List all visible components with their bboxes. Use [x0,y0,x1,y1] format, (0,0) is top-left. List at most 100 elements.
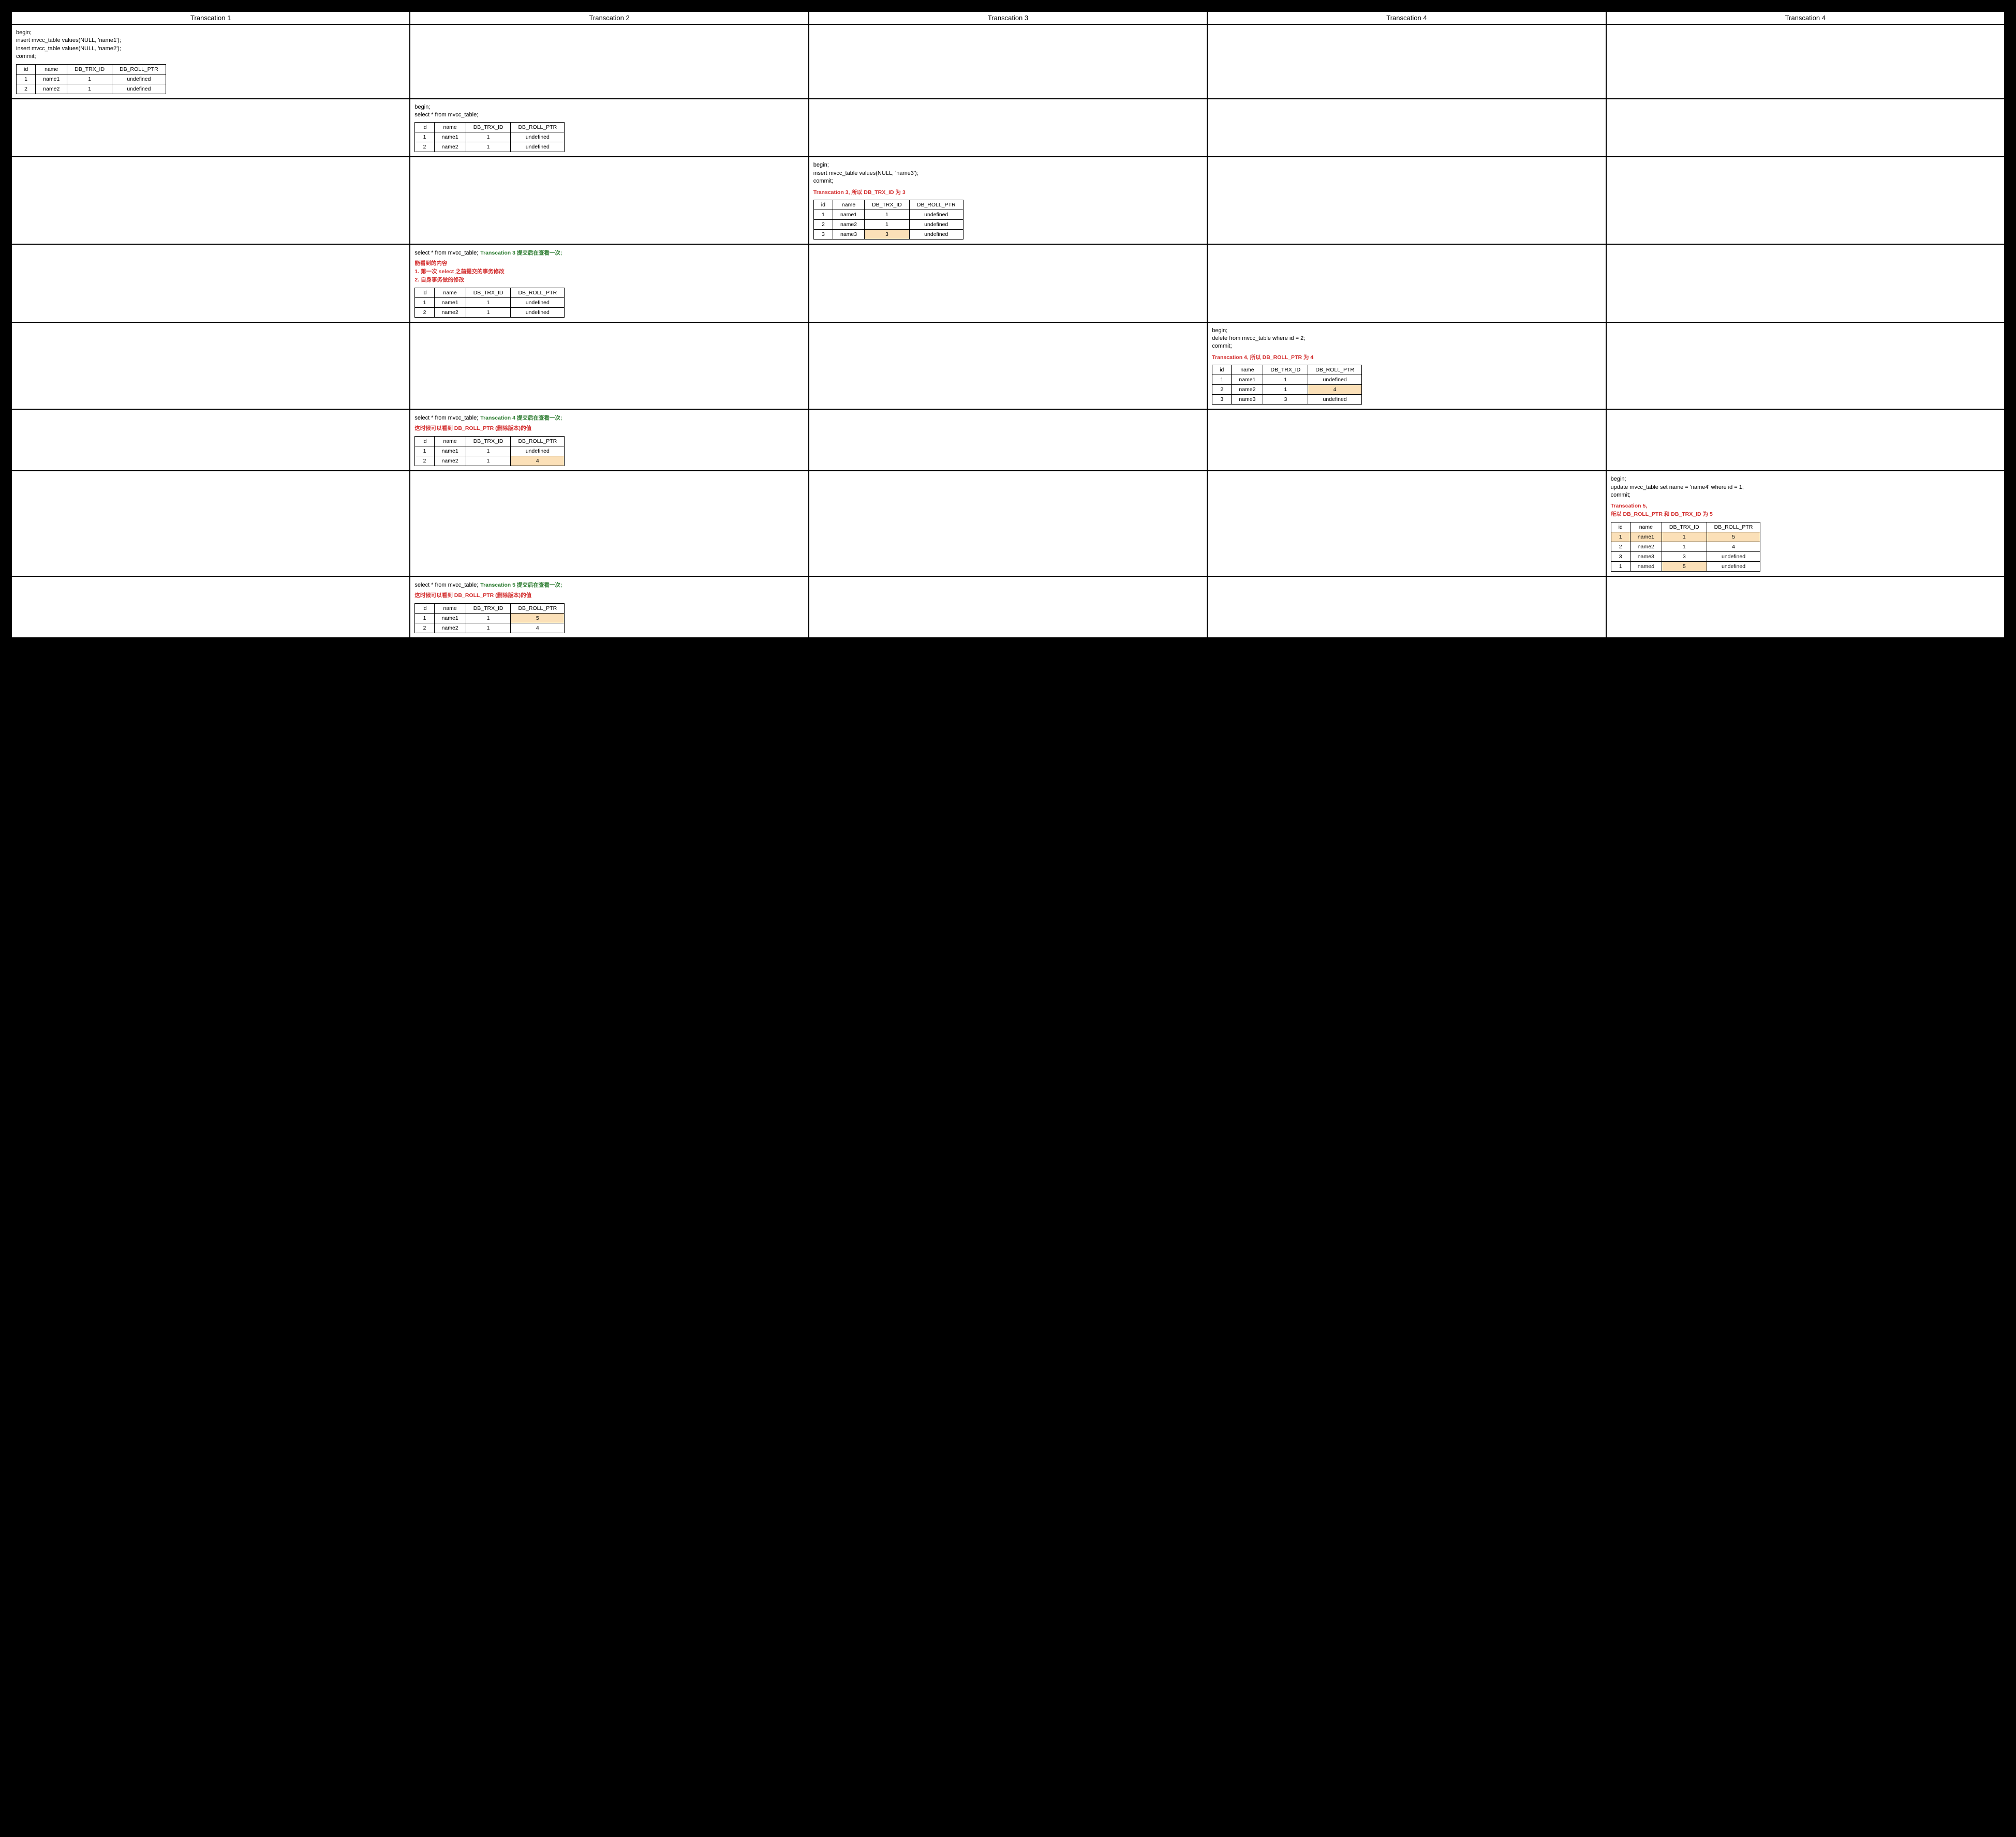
mvcc-state-table: idnameDB_TRX_IDDB_ROLL_PTR1name1152name2… [414,603,565,633]
table-cell: 1 [466,307,511,317]
sql-inline: select * from mvcc_table; [414,415,478,421]
grid-cell-r0-c0: begin; insert mvcc_table values(NULL, 'n… [11,24,410,99]
table-row: 3name33undefined [1611,551,1760,561]
column-header-3: Transcation 4 [1207,11,1606,24]
table-row: 1name115 [1611,532,1760,542]
grid-cell-r5-c0 [11,409,410,471]
col-header: id [1611,522,1630,532]
table-cell: 2 [813,220,833,230]
col-header: name [434,437,466,446]
table-cell: undefined [1308,395,1362,405]
col-header: DB_ROLL_PTR [1308,365,1362,375]
table-cell: 1 [466,132,511,142]
table-cell: name1 [1630,532,1662,542]
table-cell: undefined [511,307,565,317]
table-cell: 3 [1212,395,1232,405]
note-green: Transcation 4 提交后在查看一次; [480,415,562,421]
grid-cell-r7-c4 [1606,576,2005,638]
mvcc-state-table: idnameDB_TRX_IDDB_ROLL_PTR1name11undefin… [1212,365,1362,405]
table-cell: 3 [1263,395,1308,405]
table-cell: undefined [1707,561,1760,571]
table-cell: undefined [1707,551,1760,561]
grid-cell-r2-c3 [1207,157,1606,244]
grid-cell-r1-c2 [809,99,1207,157]
grid-cell-r3-c3 [1207,244,1606,322]
table-row: 2name21undefined [415,142,565,152]
sql-inline: select * from mvcc_table; [414,582,478,588]
mvcc-diagram-grid: Transcation 1Transcation 2Transcation 3T… [10,10,2006,639]
col-header: DB_ROLL_PTR [511,603,565,613]
grid-cell-r4-c2 [809,322,1207,410]
table-cell: 1 [1212,375,1232,385]
table-cell: 2 [17,84,36,94]
column-header-0: Transcation 1 [11,11,410,24]
table-cell: name1 [1232,375,1263,385]
grid-cell-r3-c0 [11,244,410,322]
table-cell: 2 [415,456,434,466]
table-cell: 1 [1611,561,1630,571]
table-cell: 1 [466,623,511,633]
col-header: DB_TRX_ID [466,437,511,446]
sql-block: begin; insert mvcc_table values(NULL, 'n… [813,161,1203,185]
table-cell: 1 [1662,532,1707,542]
table-row: 2name21undefined [813,220,963,230]
table-cell: 4 [1707,542,1760,551]
table-row: 1name11undefined [1212,375,1362,385]
grid-cell-r3-c1: select * from mvcc_table;Transcation 3 提… [410,244,808,322]
table-row: 1name115 [415,613,565,623]
col-header: id [1212,365,1232,375]
table-cell: 1 [415,613,434,623]
note-red: 这时候可以看到 DB_ROLL_PTR (删除版本)的值 [414,425,804,433]
grid-cell-r6-c0 [11,471,410,576]
table-cell: 1 [67,84,112,94]
col-header: DB_TRX_ID [466,288,511,297]
sql-block: begin; select * from mvcc_table; [414,103,804,120]
note-red: 这时候可以看到 DB_ROLL_PTR (删除版本)的值 [414,592,804,600]
col-header: name [434,123,466,132]
grid-cell-r0-c2 [809,24,1207,99]
table-cell: 4 [1308,385,1362,395]
col-header: DB_ROLL_PTR [511,123,565,132]
table-cell: name1 [434,613,466,623]
table-cell: undefined [511,142,565,152]
col-header: DB_TRX_ID [466,603,511,613]
table-cell: undefined [909,210,963,220]
note-green: Transcation 5 提交后在查看一次; [480,582,562,588]
grid-cell-r4-c1 [410,322,808,410]
sql-inline: select * from mvcc_table; [414,250,478,256]
grid-cell-r0-c4 [1606,24,2005,99]
grid-cell-r1-c1: begin; select * from mvcc_table;idnameDB… [410,99,808,157]
table-cell: undefined [511,446,565,456]
table-row: 2name214 [415,456,565,466]
grid-cell-r3-c2 [809,244,1207,322]
table-row: 2name214 [1212,385,1362,395]
table-cell: 1 [415,446,434,456]
table-cell: name2 [1630,542,1662,551]
grid-cell-r4-c0 [11,322,410,410]
table-cell: undefined [909,220,963,230]
table-row: 1name11undefined [415,132,565,142]
table-cell: 5 [1707,532,1760,542]
grid-cell-r2-c0 [11,157,410,244]
grid-cell-r7-c0 [11,576,410,638]
grid-cell-r1-c0 [11,99,410,157]
col-header: DB_ROLL_PTR [112,64,166,74]
table-row: 2name214 [1611,542,1760,551]
grid-cell-r4-c4 [1606,322,2005,410]
grid-cell-r1-c3 [1207,99,1606,157]
table-cell: 1 [466,142,511,152]
table-cell: 3 [865,230,910,240]
table-cell: name4 [1630,561,1662,571]
table-cell: name3 [1630,551,1662,561]
table-cell: name2 [434,142,466,152]
table-cell: 3 [1662,551,1707,561]
table-cell: 1 [813,210,833,220]
col-header: id [415,437,434,446]
table-row: 1name11undefined [813,210,963,220]
col-header: id [415,288,434,297]
col-header: name [36,64,67,74]
table-cell: name3 [833,230,864,240]
table-cell: name3 [1232,395,1263,405]
table-cell: 2 [415,142,434,152]
table-row: 1name11undefined [17,74,166,84]
